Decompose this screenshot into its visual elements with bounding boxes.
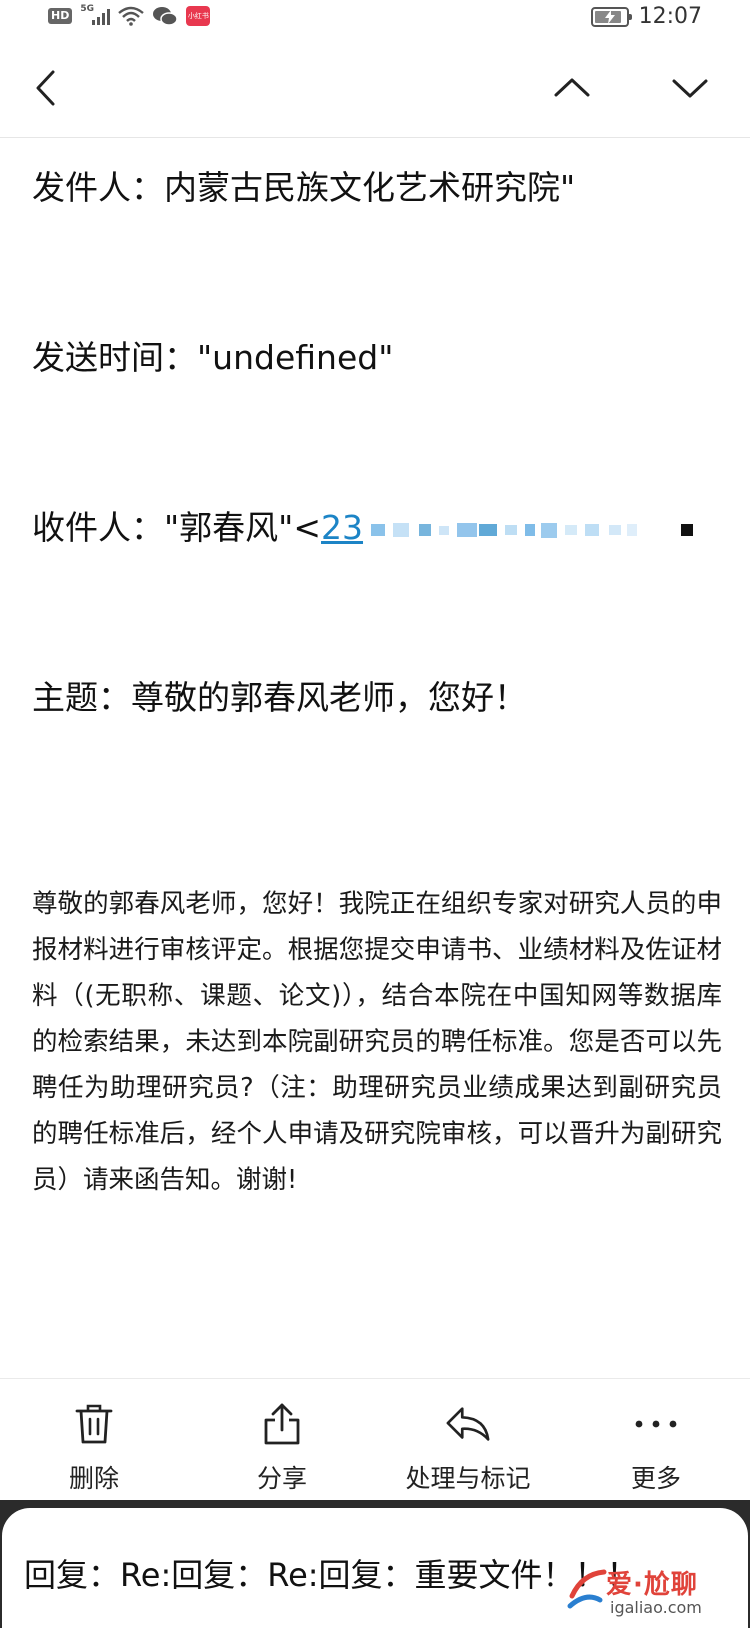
subject-line: 主题：尊敬的郭春风老师，您好！	[32, 671, 527, 719]
reply-arrow-icon	[445, 1401, 491, 1447]
send-time-label: 发送时间：	[32, 338, 197, 377]
email-body: 尊敬的郭春风老师，您好！我院正在组织专家对研究人员的申报材料进行审核评定。根据您…	[32, 889, 722, 1195]
watermark-logo-icon	[567, 1569, 607, 1609]
share-label: 分享	[256, 1464, 307, 1493]
more-button[interactable]: 更多	[566, 1401, 746, 1495]
email-nav-bar	[0, 34, 750, 138]
previous-email-button[interactable]	[548, 64, 596, 112]
status-left: HD 5G 小红书	[48, 4, 211, 27]
more-dots-icon	[633, 1401, 679, 1447]
watermark-url: igaliao.com	[610, 1598, 702, 1617]
watermark-title: 爱·尬聊	[606, 1570, 698, 1600]
status-right: 12:07	[590, 4, 702, 29]
hd-badge: HD	[48, 8, 73, 24]
delete-label: 删除	[68, 1464, 119, 1493]
process-mark-button[interactable]: 处理与标记	[378, 1401, 558, 1495]
chevron-left-icon	[36, 70, 55, 106]
wechat-icon	[153, 7, 179, 26]
share-button[interactable]: 分享	[192, 1401, 372, 1495]
status-bar: HD 5G 小红书 12:07	[0, 0, 750, 34]
back-button[interactable]	[22, 64, 70, 112]
redacted-email-mosaic	[371, 522, 694, 538]
trash-icon	[71, 1401, 117, 1447]
sender-line: 发件人：内蒙古民族文化艺术研究院"	[32, 161, 575, 209]
signal-icon: 5G	[80, 4, 111, 25]
network-type-label: 5G	[80, 4, 94, 14]
bottom-toolbar: 删除 分享 处理与标记 更多	[0, 1378, 750, 1500]
delete-button[interactable]: 删除	[4, 1401, 184, 1495]
email-content: 发件人：内蒙古民族文化艺术研究院" 发送时间："undefined" 收件人："…	[0, 139, 750, 1378]
sender-value: 内蒙古民族文化艺术研究院"	[164, 168, 576, 207]
send-time-value: "undefined"	[197, 338, 394, 377]
subject-value: 尊敬的郭春风老师，您好！	[131, 678, 527, 717]
site-watermark: 爱·尬聊 igaliao.com	[566, 1560, 736, 1622]
recipient-email-link[interactable]: 23	[321, 508, 363, 547]
more-label: 更多	[630, 1464, 681, 1493]
recipient-name: "郭春风"<	[164, 508, 322, 547]
recipient-label: 收件人：	[32, 508, 164, 547]
wifi-icon	[118, 6, 145, 26]
chevron-up-icon	[554, 78, 590, 97]
share-icon	[259, 1401, 305, 1447]
next-email-button[interactable]	[666, 64, 714, 112]
battery-charging-icon	[590, 6, 632, 27]
send-time-line: 发送时间："undefined"	[32, 331, 393, 379]
app-notification-icon: 小红书	[186, 6, 211, 26]
subject-label: 主题：	[32, 678, 131, 717]
clock: 12:07	[638, 4, 702, 29]
sender-label: 发件人：	[32, 168, 164, 207]
reply-subject: 回复：Re:回复：Re:回复：重要文件！！！	[24, 1556, 639, 1594]
chevron-down-icon	[672, 79, 708, 98]
process-mark-label: 处理与标记	[405, 1464, 531, 1493]
recipient-line: 收件人："郭春风"<23	[32, 501, 695, 549]
